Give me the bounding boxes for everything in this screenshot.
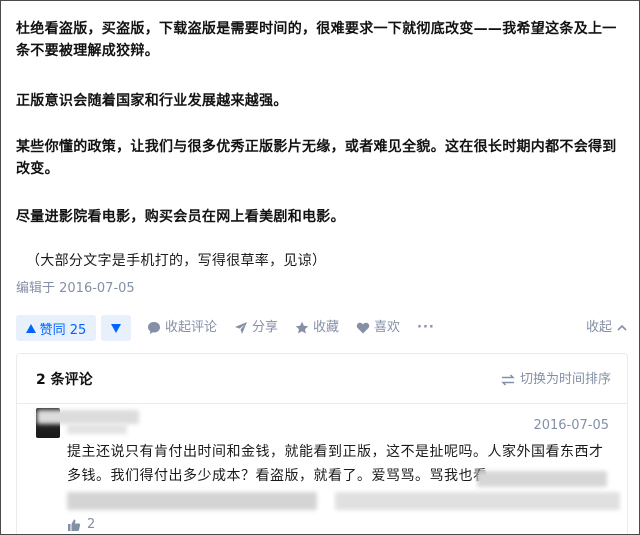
collapse-comments-button[interactable]: 收起评论 [147, 319, 217, 337]
swap-icon [501, 374, 515, 386]
answer-paragraph: 尽量进影院看电影，购买会员在网上看美剧和电影。 [16, 209, 345, 225]
answer-paragraph: 杜绝看盗版，买盗版，下载盗版是需要时间的，很难要求一下就彻底改变——我希望这条及… [16, 21, 617, 59]
triangle-up-icon [25, 323, 36, 333]
blurred-text [67, 492, 317, 510]
comment-count: 2 条评论 [36, 372, 93, 388]
favorite-label: 收藏 [313, 320, 340, 335]
answer-paragraph: 正版意识会随着国家和行业发展越来越强。 [16, 93, 288, 109]
comments-header: 2 条评论 切换为时间排序 [17, 354, 627, 404]
comment-icon [148, 322, 160, 334]
sort-label: 切换为时间排序 [519, 372, 611, 387]
chevron-up-icon [617, 324, 627, 331]
blurred-username [67, 424, 127, 434]
comment-like-count: 2 [87, 517, 96, 532]
thumbs-up-icon [68, 519, 81, 531]
share-label: 分享 [252, 320, 279, 335]
blurred-text [477, 471, 607, 487]
blurred-text [335, 492, 620, 510]
vote-up-label: 赞同 25 [39, 322, 87, 338]
vote-up-button[interactable]: 赞同 25 [16, 315, 96, 341]
more-icon: ··· [417, 320, 435, 335]
triangle-down-icon [111, 323, 121, 333]
share-icon [235, 322, 247, 334]
vote-down-button[interactable] [101, 315, 131, 341]
collapse-label: 收起 [585, 320, 612, 335]
comment-like-button[interactable]: 2 [67, 516, 95, 534]
like-label: 喜欢 [374, 320, 401, 335]
star-icon [295, 321, 309, 334]
comment-date: 2016-07-05 [533, 418, 609, 433]
comments-panel: 2 条评论 切换为时间排序 2016-07-05 提主还说只有肯付出时间和金钱，… [16, 353, 628, 534]
action-bar: 赞同 25 收起评论 分享 收藏 喜欢 ··· 收起 [16, 315, 628, 341]
edited-time[interactable]: 编辑于 2016-07-05 [16, 280, 135, 298]
heart-icon [356, 322, 370, 334]
blurred-username [37, 410, 139, 424]
collapse-answer-button[interactable]: 收起 [586, 319, 628, 337]
answer-note: （大部分文字是手机打的，写得很草率，见谅） [26, 253, 327, 269]
answer-paragraph: 某些你懂的政策，让我们与很多优秀正版影片无缘，或者难见全貌。这在很长时期内都不会… [16, 139, 617, 177]
sort-toggle-button[interactable]: 切换为时间排序 [501, 371, 611, 389]
like-button[interactable]: 喜欢 [356, 319, 400, 337]
comment-label: 收起评论 [165, 320, 218, 335]
share-button[interactable]: 分享 [234, 319, 278, 337]
more-button[interactable]: ··· [417, 319, 435, 337]
answer-card: 杜绝看盗版，买盗版，下载盗版是需要时间的，很难要求一下就彻底改变——我希望这条及… [0, 0, 640, 535]
favorite-button[interactable]: 收藏 [295, 319, 339, 337]
